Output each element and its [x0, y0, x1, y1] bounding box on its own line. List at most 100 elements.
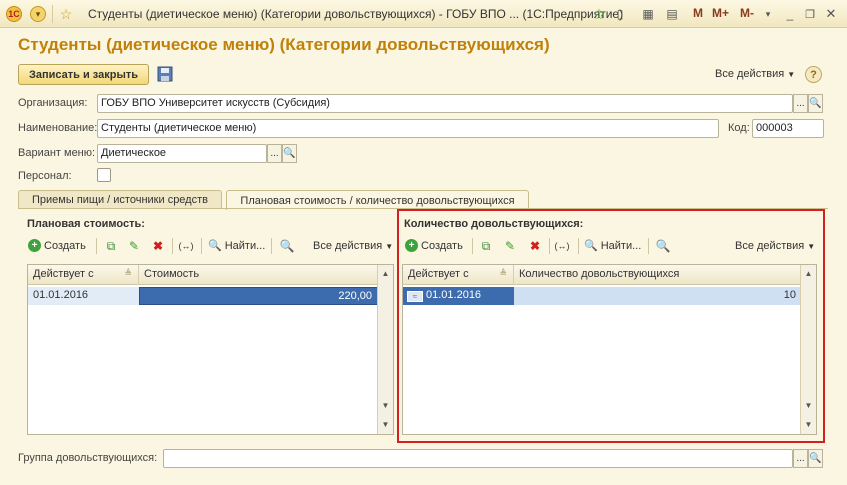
record-icon: ≈: [407, 291, 423, 302]
scroll-down-page-icon[interactable]: ▼: [801, 397, 816, 413]
right-all-actions-menu[interactable]: Все действия ▼: [735, 240, 815, 252]
count-title: Количество довольствующихся:: [404, 218, 584, 230]
count-table[interactable]: Действует с ≜ Количество довольствующихся…: [402, 264, 817, 435]
menu-variant-select-button[interactable]: ...: [267, 144, 282, 163]
table-header: Действует с ≜ Количество довольствующихся: [403, 265, 801, 285]
add-favorite-icon[interactable]: ✩: [591, 5, 607, 23]
table-header: Действует с ≜ Стоимость: [28, 265, 378, 285]
restore-icon[interactable]: ❐: [802, 5, 818, 23]
save-icon[interactable]: [157, 66, 173, 82]
menu-variant-field[interactable]: Диетическое: [97, 144, 267, 163]
app-logo-icon[interactable]: 1С: [6, 6, 22, 22]
window-titlebar: 1С ▾ ☆ Студенты (диетическое меню) (Кате…: [0, 0, 847, 28]
copy-icon[interactable]: ⧉: [103, 238, 119, 254]
delete-icon[interactable]: ✖: [150, 238, 166, 254]
add-icon: +: [405, 239, 418, 252]
code-field[interactable]: 000003: [752, 119, 824, 138]
copy-icon[interactable]: ⧉: [478, 238, 494, 254]
group-label: Группа довольствующихся:: [18, 452, 158, 464]
right-create-button[interactable]: + Создать: [405, 239, 463, 252]
scroll-down-icon[interactable]: ▼: [801, 416, 816, 432]
row-date: 01.01.2016: [426, 289, 482, 301]
row-count: 10: [514, 287, 801, 305]
select-period-icon[interactable]: (↔): [554, 238, 570, 254]
organization-label: Организация:: [18, 97, 88, 109]
row-cost[interactable]: 220,00: [139, 287, 378, 305]
right-find-label: Найти...: [600, 239, 642, 252]
code-label: Код:: [728, 122, 750, 134]
left-all-actions-menu[interactable]: Все действия ▼: [313, 240, 393, 252]
left-create-button[interactable]: + Создать: [28, 239, 86, 252]
menu-variant-open-icon[interactable]: 🔍: [282, 144, 297, 163]
favorite-star-icon[interactable]: ☆: [58, 6, 74, 22]
edit-icon[interactable]: ✎: [126, 238, 142, 254]
cancel-search-icon[interactable]: 🔍: [279, 238, 295, 254]
form-title: Студенты (диетическое меню) (Категории д…: [18, 35, 550, 54]
table-row[interactable]: 01.01.2016 220,00: [28, 287, 378, 305]
column-date[interactable]: Действует с ≜: [403, 265, 514, 285]
column-date-label: Действует с: [408, 268, 469, 280]
toolbar-separator: [271, 238, 272, 254]
tab-meals-sources[interactable]: Приемы пищи / источники средств: [18, 190, 222, 209]
toolbar-separator: [549, 238, 550, 254]
calculator-icon[interactable]: ▦: [640, 5, 656, 23]
row-date-cell[interactable]: ≈01.01.2016: [403, 287, 514, 305]
left-find-label: Найти...: [224, 239, 266, 252]
scroll-up-icon[interactable]: ▲: [378, 265, 393, 281]
save-and-close-button[interactable]: Записать и закрыть: [18, 64, 149, 85]
toolbar-separator: [578, 238, 579, 254]
main-menu-icon[interactable]: ▾: [30, 6, 46, 22]
memory-m-button[interactable]: M: [693, 6, 703, 20]
left-all-actions-label: Все действия: [313, 240, 383, 252]
memory-minus-button[interactable]: M-: [740, 6, 754, 20]
help-button[interactable]: ?: [805, 66, 822, 83]
menu-variant-label: Вариант меню:: [18, 147, 96, 159]
edit-icon[interactable]: ✎: [502, 238, 518, 254]
chevron-down-icon: ▼: [385, 242, 394, 251]
chevron-down-icon: ▼: [787, 70, 796, 79]
titlebar-menu-icon[interactable]: ▾: [762, 5, 774, 23]
form-all-actions-menu[interactable]: Все действия ▼: [715, 68, 795, 80]
right-find-button[interactable]: 🔍 Найти...: [584, 239, 642, 253]
planned-cost-table[interactable]: Действует с ≜ Стоимость 01.01.2016 220,00…: [27, 264, 394, 435]
column-date[interactable]: Действует с ≜: [28, 265, 139, 285]
column-count[interactable]: Количество довольствующихся: [514, 265, 801, 285]
name-field[interactable]: Студенты (диетическое меню): [97, 119, 719, 138]
left-scrollbar[interactable]: ▲ ▼ ▼: [377, 265, 393, 434]
titlebar-divider: [52, 5, 53, 23]
memory-plus-button[interactable]: M+: [712, 6, 729, 20]
cancel-search-icon[interactable]: 🔍: [655, 238, 671, 254]
column-cost[interactable]: Стоимость: [139, 265, 378, 285]
toolbar-separator: [201, 238, 202, 254]
search-icon: 🔍: [208, 240, 222, 252]
organization-select-button[interactable]: ...: [793, 94, 808, 113]
organization-open-icon[interactable]: 🔍: [808, 94, 823, 113]
chevron-down-icon: ▼: [807, 242, 816, 251]
delete-icon[interactable]: ✖: [527, 238, 543, 254]
group-select-button[interactable]: ...: [793, 449, 808, 468]
sort-icon: ≜: [124, 268, 132, 278]
left-find-button[interactable]: 🔍 Найти...: [208, 239, 266, 253]
search-icon: 🔍: [584, 240, 598, 252]
close-icon[interactable]: ✕: [823, 5, 839, 23]
tab-planned-cost-count[interactable]: Плановая стоимость / количество довольст…: [226, 190, 529, 210]
right-create-label: Создать: [421, 239, 463, 252]
scroll-up-icon[interactable]: ▲: [801, 265, 816, 281]
organization-field[interactable]: ГОБУ ВПО Университет искусств (Субсидия): [97, 94, 793, 113]
table-row[interactable]: ≈01.01.2016 10: [403, 287, 801, 305]
minimize-icon[interactable]: _: [782, 5, 798, 23]
right-all-actions-label: Все действия: [735, 240, 805, 252]
toolbar-separator: [648, 238, 649, 254]
right-scrollbar[interactable]: ▲ ▼ ▼: [800, 265, 816, 434]
window-title: Студенты (диетическое меню) (Категории д…: [88, 7, 624, 21]
column-date-label: Действует с: [33, 268, 94, 280]
personnel-checkbox[interactable]: [97, 168, 111, 182]
group-field[interactable]: [163, 449, 793, 468]
bookmark-icon[interactable]: ▯: [612, 5, 628, 23]
select-period-icon[interactable]: (↔): [178, 238, 194, 254]
scroll-down-icon[interactable]: ▼: [378, 416, 393, 432]
scroll-down-page-icon[interactable]: ▼: [378, 397, 393, 413]
group-open-icon[interactable]: 🔍: [808, 449, 823, 468]
add-icon: +: [28, 239, 41, 252]
calendar-icon[interactable]: ▤: [664, 5, 680, 23]
